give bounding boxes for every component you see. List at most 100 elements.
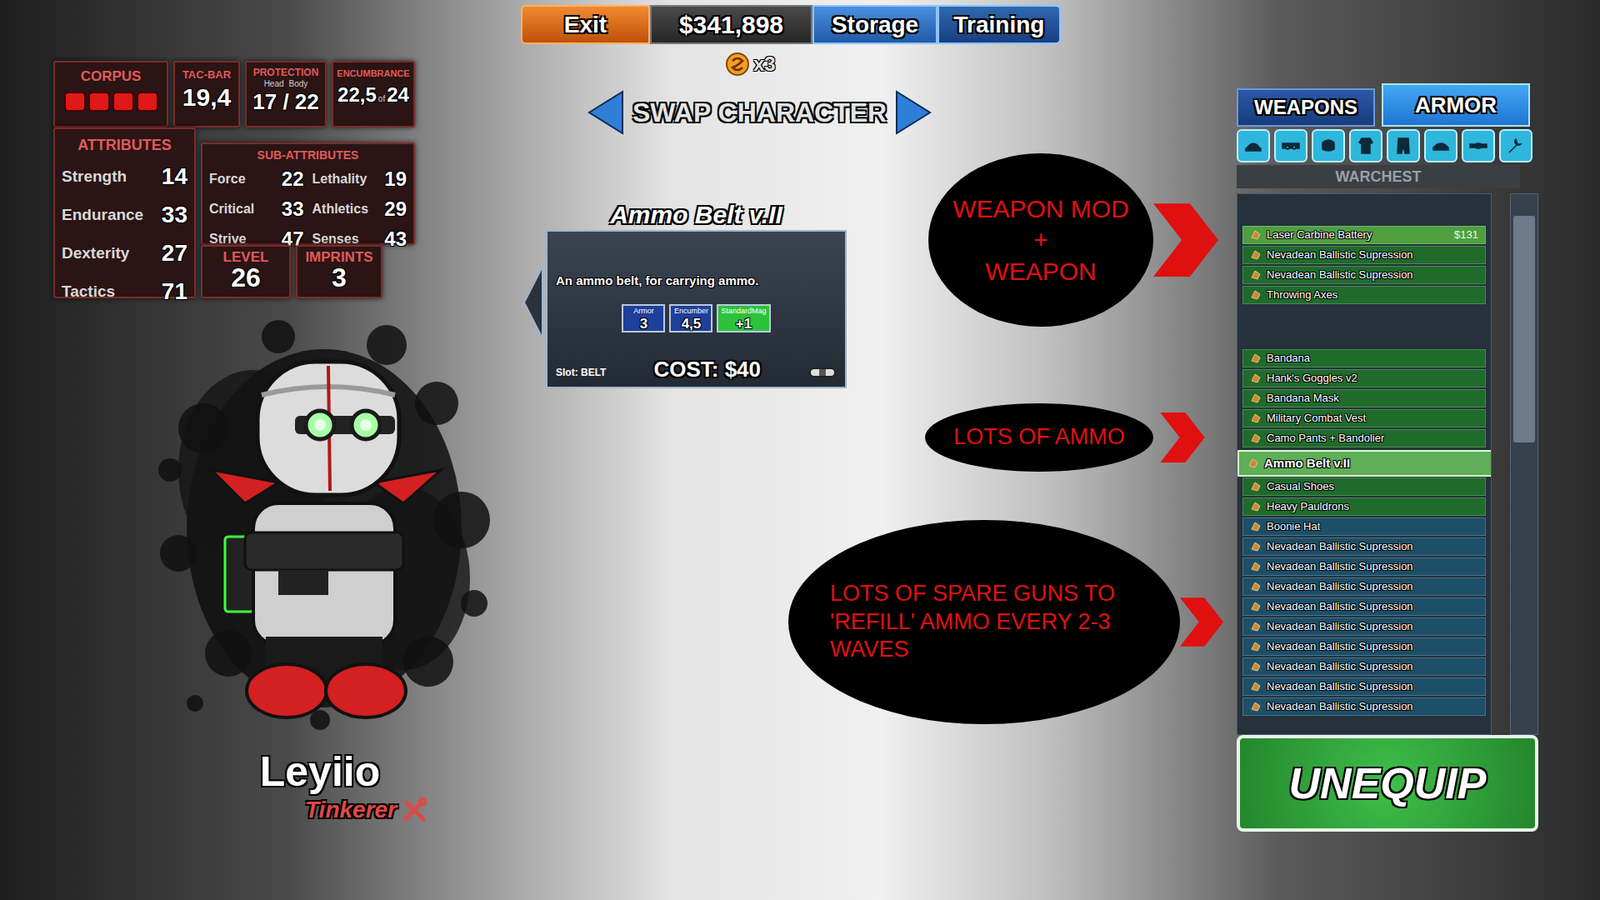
slot-label: Slot: BELT xyxy=(555,365,606,380)
item-icon xyxy=(1250,229,1262,241)
slot-icon xyxy=(1468,135,1489,156)
item-tooltip: Ammo Belt v.II An ammo belt, for carrying… xyxy=(545,200,847,389)
item-row[interactable]: Nevadean Ballistic Supression xyxy=(1242,597,1486,616)
scrollbar[interactable] xyxy=(1510,193,1539,735)
slot-filter[interactable] xyxy=(1311,129,1345,163)
item-icon xyxy=(1250,412,1262,425)
corpus-box: CORPUS xyxy=(53,60,169,128)
item-row[interactable]: Nevadean Ballistic Supression xyxy=(1242,245,1486,265)
tooltip-title: Ammo Belt v.II xyxy=(610,200,783,230)
slot-icon xyxy=(1505,135,1526,156)
slot-filter[interactable] xyxy=(1274,129,1308,163)
item-icon xyxy=(1250,600,1262,613)
item-icon xyxy=(1250,480,1262,493)
inventory-panel: WEAPONSARMOR WARCHEST Laser Carbine Batter… xyxy=(1236,0,1539,832)
item-row[interactable]: Ammo Belt v.II xyxy=(1237,450,1492,477)
slot-filter[interactable] xyxy=(1349,129,1383,163)
item-row[interactable]: Nevadean Ballistic Supression xyxy=(1242,577,1486,596)
attributes-box: ATTRIBUTESStrength14Endurance33Dexterity… xyxy=(53,127,196,299)
item-row[interactable]: Nevadean Ballistic Supression xyxy=(1242,657,1486,676)
attribute-row: Dexterity27 xyxy=(61,235,188,271)
item-icon xyxy=(1250,500,1262,513)
item-icon xyxy=(1250,269,1262,281)
cost-label: COST: $40 xyxy=(653,358,761,380)
item-icon xyxy=(1250,580,1262,593)
annotation: WEAPON MOD+WEAPON xyxy=(928,153,1219,327)
arrow-icon xyxy=(1180,578,1224,666)
slot-filter[interactable] xyxy=(1424,129,1458,163)
inventory-tab[interactable]: WEAPONS xyxy=(1236,88,1375,127)
item-row[interactable]: Hank's Goggles v2 xyxy=(1242,369,1486,388)
corpus-pip xyxy=(88,91,110,112)
corpus-pip xyxy=(136,91,159,112)
sub-attribute-row: Athletics29 xyxy=(312,194,408,225)
item-row[interactable]: Throwing Axes xyxy=(1242,285,1486,305)
item-icon xyxy=(1250,540,1262,553)
arrow-icon xyxy=(1153,203,1219,277)
next-character-icon[interactable] xyxy=(895,90,932,135)
exit-button[interactable]: Exit xyxy=(520,5,650,45)
equipment-screen: CORPUSTAC-BAR19,4PROTECTIONHeadBody17 / … xyxy=(0,0,1600,900)
annotation: LOTS OF SPARE GUNS TO'REFILL' AMMO EVERY… xyxy=(788,520,1224,725)
level-box: LEVEL26 xyxy=(200,245,291,299)
scrollbar-thumb[interactable] xyxy=(1513,215,1535,443)
item-row[interactable]: Heavy Pauldrons xyxy=(1242,497,1486,516)
item-row[interactable]: Casual Shoes xyxy=(1242,477,1486,496)
arrow-icon xyxy=(1153,412,1212,463)
previous-character-icon[interactable] xyxy=(587,90,625,135)
inventory-tab[interactable]: ARMOR xyxy=(1381,83,1530,127)
character-class: Tinkerer xyxy=(305,795,397,825)
encumbrance-box: ENCUMBRANCE22,5of24 xyxy=(331,60,415,128)
stats-panel: CORPUSTAC-BAR19,4PROTECTIONHeadBody17 / … xyxy=(53,60,415,299)
item-row[interactable]: Nevadean Ballistic Supression xyxy=(1242,557,1486,576)
item-icon xyxy=(1247,457,1260,470)
item-icon xyxy=(1250,620,1262,633)
slot-icon xyxy=(1243,135,1264,156)
item-icon xyxy=(1250,700,1262,713)
item-icon xyxy=(1250,432,1262,445)
item-row[interactable]: Laser Carbine Battery$131 xyxy=(1242,225,1486,245)
imprints-box: IMPRINTS3 xyxy=(295,245,383,299)
tac-bar-box: TAC-BAR19,4 xyxy=(173,60,240,128)
attribute-row: Endurance33 xyxy=(61,197,188,233)
training-button[interactable]: Training xyxy=(937,5,1061,45)
slot-filter[interactable] xyxy=(1236,129,1270,163)
item-row[interactable]: Bandana Mask xyxy=(1242,389,1486,408)
token-counter: x3 xyxy=(725,50,1237,78)
item-row[interactable]: Nevadean Ballistic Supression xyxy=(1242,537,1486,556)
sub-attribute-row: Critical33 xyxy=(209,194,305,225)
item-icon xyxy=(1250,680,1262,693)
storage-button[interactable]: Storage xyxy=(812,5,938,45)
item-icon xyxy=(1250,352,1262,365)
item-icon xyxy=(1250,249,1262,261)
tooltip-description: An ammo belt, for carrying ammo. xyxy=(555,271,837,291)
protection-box: PROTECTIONHeadBody17 / 22 xyxy=(245,60,327,128)
item-icon xyxy=(1250,660,1262,673)
sub-attribute-row: Lethality19 xyxy=(312,164,408,195)
item-icon xyxy=(1250,289,1262,301)
crossed-tools-icon xyxy=(401,797,427,823)
slot-filter[interactable] xyxy=(1461,129,1495,163)
swap-character: SWAP CHARACTER xyxy=(587,91,1237,134)
warchest-header: WARCHEST xyxy=(1236,165,1520,189)
item-row[interactable]: Military Combat Vest xyxy=(1242,409,1486,428)
corpus-pip xyxy=(64,91,86,112)
item-icon xyxy=(1250,372,1262,385)
slot-icon xyxy=(1430,135,1451,156)
item-section: Laser Carbine Battery$131Nevadean Ballis… xyxy=(1242,225,1486,306)
character-column: CORPUSTAC-BAR19,4PROTECTIONHeadBody17 / … xyxy=(0,0,500,832)
item-section: BandanaHank's Goggles v2Bandana MaskMili… xyxy=(1242,349,1486,718)
item-row[interactable]: Nevadean Ballistic Supression xyxy=(1242,697,1486,716)
item-row[interactable]: Nevadean Ballistic Supression xyxy=(1242,617,1486,636)
slot-filter[interactable] xyxy=(1499,129,1533,163)
attribute-row: Strength14 xyxy=(61,159,188,195)
unequip-button[interactable]: UNEQUIP xyxy=(1236,735,1539,832)
item-row[interactable]: Boonie Hat xyxy=(1242,517,1486,536)
slot-filter[interactable] xyxy=(1386,129,1420,163)
item-row[interactable]: Nevadean Ballistic Supression xyxy=(1242,637,1486,656)
item-row[interactable]: Camo Pants + Bandolier xyxy=(1242,429,1486,448)
item-row[interactable]: Nevadean Ballistic Supression xyxy=(1242,677,1486,696)
item-row[interactable]: Bandana xyxy=(1242,349,1486,368)
item-row[interactable]: Nevadean Ballistic Supression xyxy=(1242,265,1486,285)
character-name: Leyiio xyxy=(260,747,380,796)
